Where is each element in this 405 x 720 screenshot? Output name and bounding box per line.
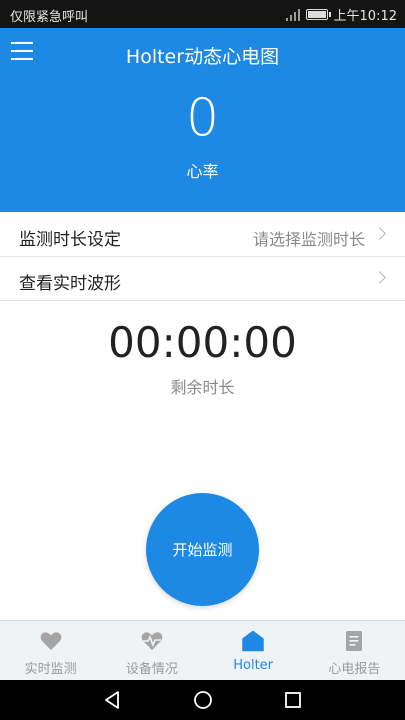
system-nav-bar [0, 680, 405, 720]
remaining-timer: 00:00:00 [108, 318, 297, 367]
carrier-text: 仅限紧急呼叫 [10, 10, 89, 25]
tab-label: Holter [233, 658, 274, 673]
tab-realtime[interactable]: 实时监测 [0, 621, 101, 681]
start-monitoring-label: 开始监测 [172, 541, 233, 559]
tab-device[interactable]: 设备情况 [101, 621, 202, 681]
signal-icon [285, 8, 300, 21]
battery-icon [305, 9, 331, 20]
chevron-right-icon [373, 271, 386, 284]
page-title: Holter动态心电图 [125, 46, 280, 68]
duration-setting-value: 请选择监测时长 [252, 230, 365, 249]
duration-setting-row[interactable]: 监测时长设定 请选择监测时长 [0, 213, 405, 257]
waveform-label: 查看实时波形 [19, 274, 121, 294]
tab-report[interactable]: 心电报告 [304, 621, 405, 681]
heart-rate-value: 0 [185, 88, 220, 148]
heart-rate-label: 心率 [186, 162, 219, 181]
clock: 上午10:12 [333, 9, 397, 24]
waveform-row[interactable]: 查看实时波形 [0, 257, 405, 301]
tab-label: 设备情况 [125, 662, 178, 677]
start-monitoring-button[interactable]: 开始监测 [146, 493, 259, 606]
tab-label: 实时监测 [24, 662, 77, 677]
heart-pulse-icon [141, 632, 163, 650]
status-bar: 仅限紧急呼叫 上午10:12 [0, 0, 405, 28]
chevron-right-icon [373, 227, 386, 240]
back-icon[interactable] [100, 688, 124, 712]
document-icon [346, 631, 363, 651]
tab-holter[interactable]: Holter [203, 621, 304, 681]
home-nav-icon[interactable] [191, 688, 215, 712]
status-icons: 上午10:12 [285, 5, 397, 24]
recents-icon[interactable] [281, 688, 305, 712]
home-icon [242, 630, 264, 652]
remaining-timer-label: 剩余时长 [170, 378, 235, 397]
app-header: Holter动态心电图 0 心率 [0, 28, 405, 212]
heart-icon [40, 632, 61, 650]
tab-label: 心电报告 [328, 662, 381, 677]
duration-setting-label: 监测时长设定 [19, 230, 121, 250]
bottom-tab-bar: 实时监测 设备情况 Holter 心电报告 [0, 620, 405, 681]
